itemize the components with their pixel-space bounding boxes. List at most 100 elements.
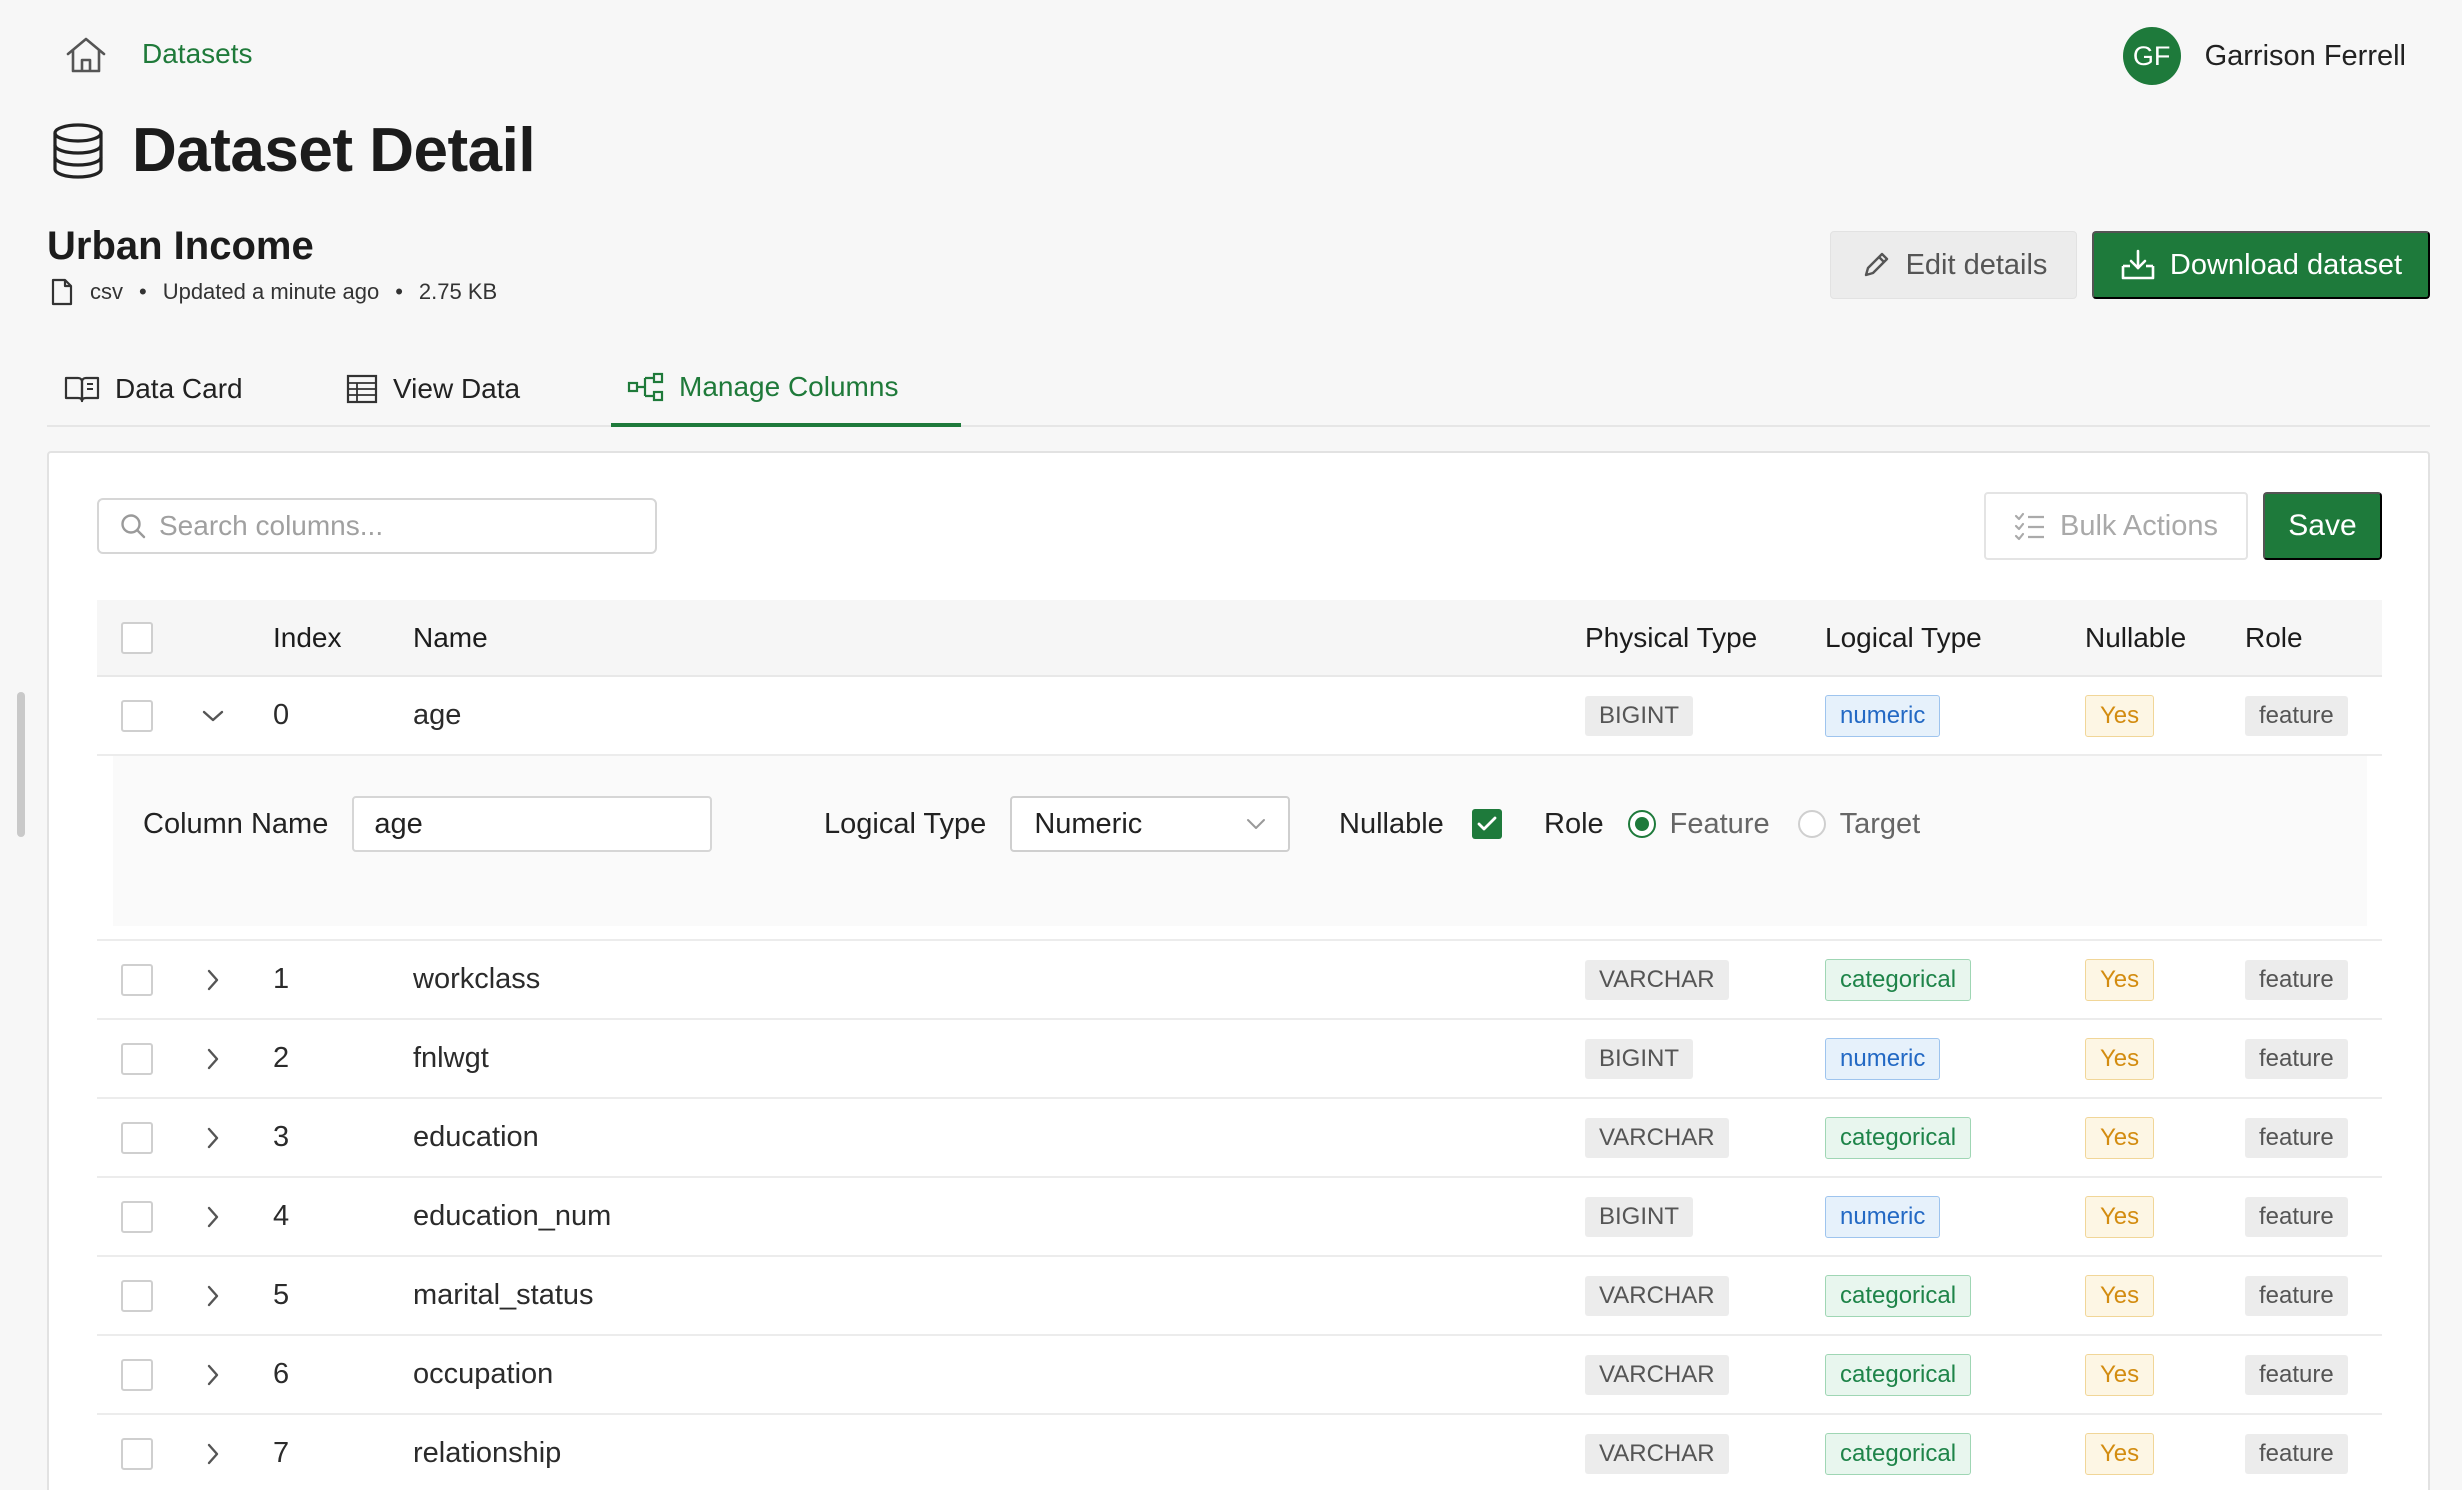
dataset-size: 2.75 KB xyxy=(418,279,498,304)
home-icon[interactable] xyxy=(64,34,108,76)
database-icon xyxy=(53,122,103,179)
physical-type-cell: VARCHAR xyxy=(1585,941,1729,1018)
logical-type-tag: categorical xyxy=(1825,958,1972,1001)
bulk-actions-button[interactable]: Bulk Actions xyxy=(1984,492,2248,560)
logical-type-tag: numeric xyxy=(1825,694,1941,737)
expand-toggle[interactable] xyxy=(201,1415,225,1490)
row-index: 5 xyxy=(273,1279,290,1311)
tab-manage-columns[interactable]: Manage Columns xyxy=(611,350,961,427)
avatar[interactable]: GF xyxy=(2122,27,2181,85)
row-checkbox[interactable] xyxy=(121,1279,153,1312)
row-checkbox-cell xyxy=(121,1415,153,1490)
physical-type-cell: VARCHAR xyxy=(1585,1257,1729,1334)
physical-type-cell: VARCHAR xyxy=(1585,1336,1729,1413)
role-target-radio[interactable] xyxy=(1797,810,1826,838)
header-nullable[interactable]: Nullable xyxy=(2085,600,2186,675)
physical-type-tag: VARCHAR xyxy=(1585,1117,1729,1158)
role-feature-label[interactable]: Feature xyxy=(1670,808,1770,841)
row-checkbox[interactable] xyxy=(121,1358,153,1391)
role-cell: feature xyxy=(2245,1178,2348,1255)
table-row[interactable]: 2 fnlwgt BIGINT numeric Yes feature xyxy=(97,1020,2382,1099)
table-row[interactable]: 1 workclass VARCHAR categorical Yes feat… xyxy=(97,941,2382,1020)
collapse-toggle[interactable] xyxy=(201,677,225,754)
page-scrollbar[interactable] xyxy=(17,692,25,837)
select-all-checkbox[interactable] xyxy=(121,621,153,654)
row-checkbox[interactable] xyxy=(121,963,153,996)
table-row[interactable]: 4 education_num BIGINT numeric Yes featu… xyxy=(97,1178,2382,1257)
logical-type-select[interactable]: Numeric xyxy=(1010,796,1291,852)
role-cell: feature xyxy=(2245,1257,2348,1334)
nullable-cell: Yes xyxy=(2085,1099,2155,1176)
role-cell: feature xyxy=(2245,941,2348,1018)
header-physical-type[interactable]: Physical Type xyxy=(1585,600,1757,675)
logical-type-cell: categorical xyxy=(1825,1336,1972,1413)
edit-details-button[interactable]: Edit details xyxy=(1830,231,2077,299)
physical-type-tag: VARCHAR xyxy=(1585,1275,1729,1316)
header-checkbox-cell xyxy=(121,600,153,675)
nullable-tag: Yes xyxy=(2085,958,2155,1001)
expand-toggle[interactable] xyxy=(201,1178,225,1255)
role-cell: feature xyxy=(2245,1415,2348,1490)
page-title: Dataset Detail xyxy=(132,116,536,185)
tab-bar: Data Card View Data Manage Columns xyxy=(47,350,2430,427)
breadcrumb-datasets[interactable]: Datasets xyxy=(142,38,253,70)
row-checkbox[interactable] xyxy=(121,699,153,732)
table-row[interactable]: 0 age BIGINT numeric Yes feature xyxy=(97,677,2382,756)
user-menu[interactable]: GF Garrison Ferrell xyxy=(2122,27,2406,85)
role-feature-radio[interactable] xyxy=(1627,810,1656,838)
role-tag: feature xyxy=(2245,695,2348,736)
page-header: Dataset Detail xyxy=(50,115,536,186)
table-row[interactable]: 6 occupation VARCHAR categorical Yes fea… xyxy=(97,1336,2382,1415)
role-label: Role xyxy=(1544,807,1604,840)
role-tag: feature xyxy=(2245,1433,2348,1474)
tab-view-data[interactable]: View Data xyxy=(329,350,536,427)
header-index[interactable]: Index xyxy=(273,600,342,675)
search-box[interactable] xyxy=(97,498,657,554)
row-checkbox[interactable] xyxy=(121,1121,153,1154)
chevron-right-icon xyxy=(207,1443,219,1464)
expand-toggle[interactable] xyxy=(201,1099,225,1176)
row-index: 7 xyxy=(273,1437,290,1469)
pencil-icon xyxy=(1864,252,1888,277)
column-editor-panel: Column Name Logical Type Numeric Nullabl… xyxy=(113,756,2367,926)
expand-toggle[interactable] xyxy=(201,1257,225,1334)
download-dataset-button[interactable]: Download dataset xyxy=(2092,231,2430,299)
row-name: education xyxy=(413,1121,539,1153)
meta-separator: • xyxy=(139,279,147,304)
role-target-label[interactable]: Target xyxy=(1840,808,1921,841)
row-checkbox[interactable] xyxy=(121,1437,153,1470)
tab-data-card[interactable]: Data Card xyxy=(47,350,259,427)
row-name: marital_status xyxy=(413,1279,594,1311)
nullable-cell: Yes xyxy=(2085,941,2155,1018)
save-button[interactable]: Save xyxy=(2263,492,2382,560)
dataset-name: Urban Income xyxy=(47,224,314,268)
row-name: fnlwgt xyxy=(413,1042,489,1074)
table-row[interactable]: 5 marital_status VARCHAR categorical Yes… xyxy=(97,1257,2382,1336)
table-row[interactable]: 7 relationship VARCHAR categorical Yes f… xyxy=(97,1415,2382,1490)
table-row[interactable]: 3 education VARCHAR categorical Yes feat… xyxy=(97,1099,2382,1178)
search-input[interactable] xyxy=(159,510,639,542)
expand-toggle[interactable] xyxy=(201,1336,225,1413)
user-name[interactable]: Garrison Ferrell xyxy=(2205,40,2406,73)
physical-type-cell: BIGINT xyxy=(1585,1020,1694,1097)
chevron-right-icon xyxy=(207,1285,219,1306)
row-checkbox-cell xyxy=(121,941,153,1018)
manage-columns-panel: Bulk Actions Save Index Name Physical Ty… xyxy=(47,451,2430,1490)
chevron-right-icon xyxy=(207,1127,219,1148)
row-checkbox[interactable] xyxy=(121,1042,153,1075)
column-name-input[interactable] xyxy=(352,796,713,852)
expand-toggle[interactable] xyxy=(201,941,225,1018)
header-logical-type[interactable]: Logical Type xyxy=(1825,600,1982,675)
row-checkbox[interactable] xyxy=(121,1200,153,1233)
checklist-icon xyxy=(2014,512,2044,541)
nullable-checkbox[interactable] xyxy=(1471,809,1502,839)
tab-label: Manage Columns xyxy=(679,370,899,402)
role-cell: feature xyxy=(2245,1020,2348,1097)
nullable-cell: Yes xyxy=(2085,1257,2155,1334)
header-role[interactable]: Role xyxy=(2245,600,2303,675)
physical-type-cell: VARCHAR xyxy=(1585,1415,1729,1490)
expand-toggle[interactable] xyxy=(201,1020,225,1097)
row-index: 0 xyxy=(273,699,290,731)
header-name[interactable]: Name xyxy=(413,600,488,675)
chevron-down-icon xyxy=(1247,819,1266,829)
